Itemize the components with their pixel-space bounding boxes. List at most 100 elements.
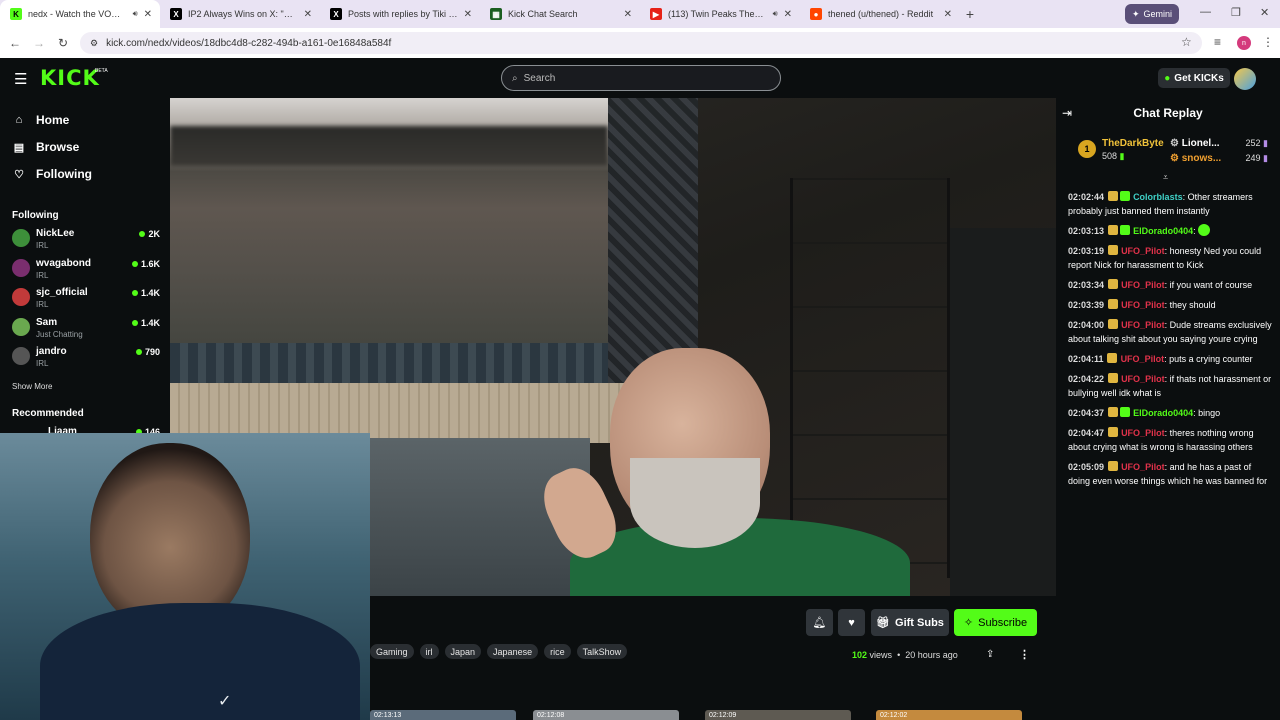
close-tab-icon[interactable]: ✕ [304, 9, 312, 20]
share-icon[interactable]: ⇪ [986, 649, 994, 660]
show-more-link[interactable]: Show More [12, 382, 52, 391]
close-tab-icon[interactable]: ✕ [144, 9, 152, 20]
get-kicks-label: Get KICKs [1174, 72, 1224, 84]
message-username[interactable]: UFO_Pilot [1121, 320, 1165, 330]
beta-label: BETA [95, 68, 108, 74]
close-tab-icon[interactable]: ✕ [624, 9, 632, 20]
video-thumbnail[interactable]: 02:12:09 [705, 710, 851, 720]
following-channel[interactable]: sjc_official IRL 1.4K [12, 285, 162, 311]
video-thumbnail[interactable]: 02:12:02 [876, 710, 1022, 720]
video-thumbnail[interactable]: 02:12:08 [533, 710, 679, 720]
audio-playing-icon[interactable]: 🔊︎ [773, 9, 778, 19]
tag-chip[interactable]: rice [544, 644, 571, 659]
message-username[interactable]: Colorblasts [1133, 192, 1183, 202]
reload-icon[interactable]: ↻ [51, 36, 75, 50]
chat-message: 02:04:37 ElDorado0404: bingo [1068, 407, 1221, 418]
message-username[interactable]: UFO_Pilot [1121, 246, 1165, 256]
tab-title: thened (u/thened) - Reddit [828, 9, 934, 19]
audio-playing-icon[interactable]: 🔊︎ [133, 9, 138, 19]
back-icon[interactable]: ← [3, 36, 27, 50]
nav-browse[interactable]: ▤ Browse [12, 138, 80, 156]
leader-2-name[interactable]: ⚙ Lionel... [1170, 138, 1220, 149]
following-channel[interactable]: wvagabond IRL 1.6K [12, 256, 162, 282]
gift-subs-button[interactable]: 🎁︎ Gift Subs [871, 609, 949, 636]
channel-name: NickLee [36, 228, 75, 239]
minimize-icon[interactable]: — [1200, 6, 1211, 18]
browser-tab-bar: Knedx - Watch the VOD on K 🔊︎ ✕ X IP2 Always… [0, 0, 1280, 28]
browser-tab[interactable]: X Posts with replies by Tiki NedX ✕ [320, 0, 480, 28]
following-heading: Following [12, 210, 59, 221]
message-username[interactable]: UFO_Pilot [1121, 428, 1165, 438]
user-avatar[interactable] [1234, 68, 1256, 90]
browser-tab[interactable]: Knedx - Watch the VOD on K 🔊︎ ✕ [0, 0, 160, 28]
tag-chip[interactable]: Gaming [370, 644, 414, 659]
close-window-icon[interactable]: ✕ [1260, 6, 1269, 19]
gemini-label: Gemini [1143, 9, 1173, 19]
close-tab-icon[interactable]: ✕ [784, 9, 792, 20]
url-bar[interactable]: ⚙ kick.com/nedx/videos/18dbc4d8-c282-494… [80, 32, 1202, 54]
leader-2-points: 252 ▮ [1245, 138, 1269, 148]
following-channel[interactable]: NickLee IRL 2K [12, 226, 162, 252]
search-placeholder: Search [523, 72, 556, 84]
live-dot [131, 260, 138, 267]
gemini-button[interactable]: ✦ Gemini [1125, 4, 1179, 24]
menu-icon[interactable]: ☰ [14, 70, 27, 88]
tag-chip[interactable]: TalkShow [576, 644, 628, 659]
following-channel[interactable]: Sam Just Chatting 1.4K [12, 315, 162, 341]
browser-tab[interactable]: ▶ (113) Twin Peaks Theme (In 🔊︎ ✕ [640, 0, 800, 28]
viewer-count: 2K [148, 229, 160, 239]
tag-chip[interactable]: Japanese [487, 644, 539, 659]
get-kicks-button[interactable]: ● Get KICKs [1158, 68, 1230, 88]
chat-message: 02:04:00 UFO_Pilot: Dude streams exclusi… [1068, 319, 1272, 344]
media-control-icon[interactable]: ≡ [1214, 35, 1221, 49]
maximize-icon[interactable]: ❐ [1231, 6, 1241, 19]
bell-icon: 🔔︎ [812, 617, 827, 629]
live-dot [131, 290, 138, 296]
profile-avatar[interactable]: n [1237, 36, 1251, 50]
leader-3-points: 249 ▮ [1245, 153, 1269, 163]
chat-message: 02:04:22 UFO_Pilot: if thats not harassm… [1068, 373, 1272, 398]
message-username[interactable]: UFO_Pilot [1121, 280, 1165, 290]
follow-heart-button[interactable]: ♥ [838, 609, 865, 636]
leader-3-name[interactable]: ⚙ snows... [1170, 153, 1221, 164]
bookmark-star-icon[interactable]: ☆ [1181, 35, 1192, 49]
subscribe-button[interactable]: ✧ Subscribe [954, 609, 1037, 636]
more-options-icon[interactable]: ⋮ [1019, 648, 1030, 661]
message-time: 02:02:44 [1068, 192, 1105, 202]
channel-avatar [12, 229, 30, 247]
browser-tab[interactable]: ● thened (u/thened) - Reddit ✕ [800, 0, 960, 28]
expand-leaderboard-icon[interactable]: ⩡ [1163, 172, 1168, 183]
tag-chip[interactable]: Japan [444, 644, 482, 659]
message-time: 02:03:13 [1068, 226, 1105, 236]
channel-category: IRL [36, 270, 49, 280]
browser-menu-icon[interactable]: ⋮ [1262, 35, 1274, 49]
tab-title: IP2 Always Wins on X: "Kick Str [188, 9, 298, 19]
message-username[interactable]: UFO_Pilot [1121, 300, 1165, 310]
following-channel[interactable]: jandro IRL 790 [12, 344, 162, 370]
badge-icon [1119, 191, 1130, 201]
notification-bell-button[interactable]: 🔔︎ [806, 609, 833, 636]
site-info-icon[interactable]: ⚙ [90, 38, 98, 49]
message-username[interactable]: UFO_Pilot [1121, 462, 1165, 472]
nav-home[interactable]: ⌂ Home [12, 111, 70, 129]
badge-icon [1119, 407, 1130, 417]
kick-logo[interactable]: KICK [40, 66, 100, 90]
search-input[interactable]: ⌕ Search [501, 65, 781, 91]
message-username[interactable]: UFO_Pilot [1121, 374, 1165, 384]
video-thumbnail[interactable]: 02:13:13 [370, 710, 516, 720]
message-username[interactable]: ElDorado0404 [1133, 408, 1193, 418]
nav-following[interactable]: ♡ Following [12, 165, 92, 183]
message-username[interactable]: ElDorado0404 [1133, 226, 1193, 236]
tab-title: Kick Chat Search [508, 9, 578, 19]
forward-icon[interactable]: → [27, 36, 51, 50]
browser-tab[interactable]: ▦ Kick Chat Search ✕ [480, 0, 640, 28]
message-username[interactable]: UFO_Pilot [1121, 354, 1165, 364]
new-tab-icon[interactable]: + [960, 6, 980, 22]
badge-icon [1107, 299, 1118, 309]
close-tab-icon[interactable]: ✕ [464, 9, 472, 20]
leader-name[interactable]: TheDarkByte [1102, 138, 1164, 149]
close-tab-icon[interactable]: ✕ [944, 9, 952, 20]
message-time: 02:04:11 [1068, 354, 1104, 364]
tag-chip[interactable]: irl [419, 644, 439, 659]
browser-tab[interactable]: X IP2 Always Wins on X: "Kick Str ✕ [160, 0, 320, 28]
